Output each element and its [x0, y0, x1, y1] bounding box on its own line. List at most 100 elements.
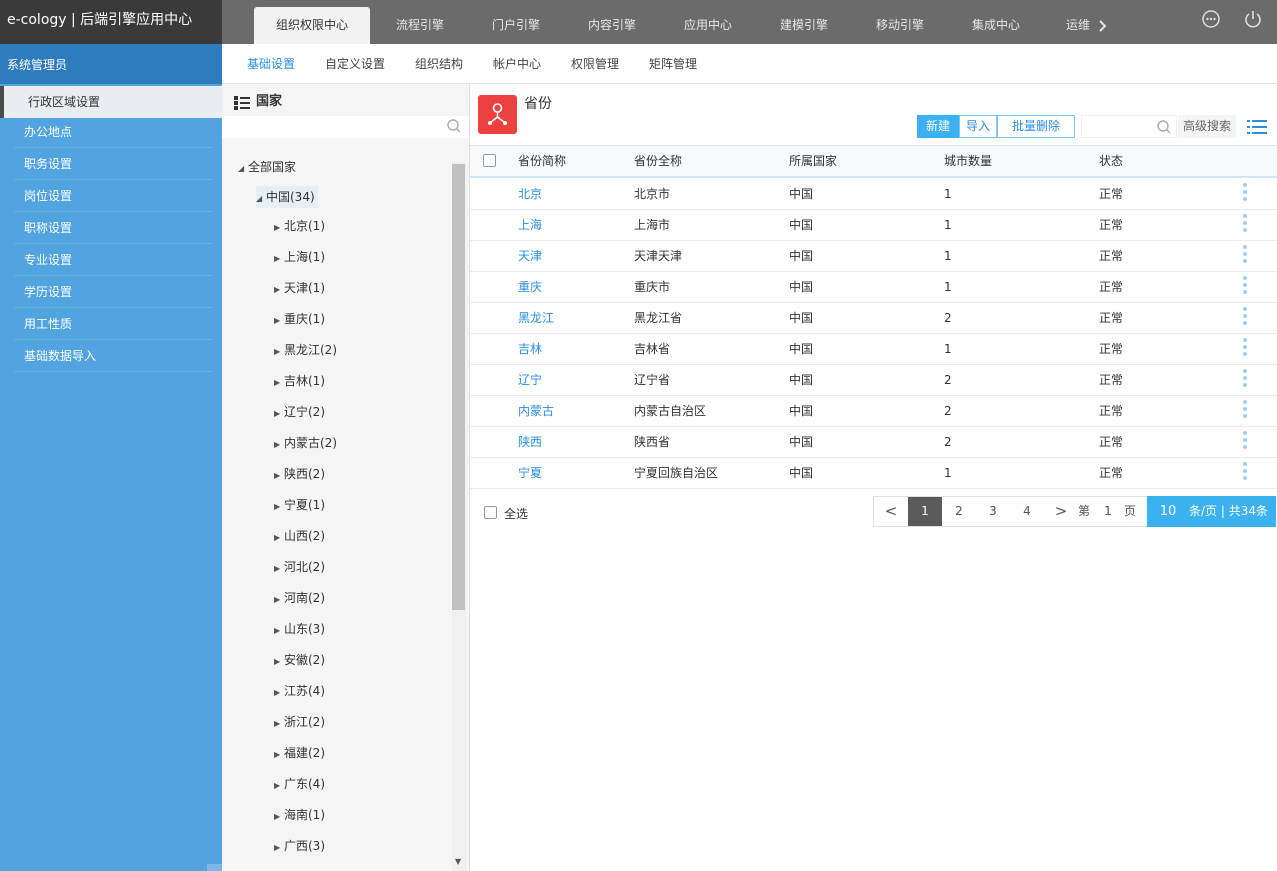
sidebar-collapse-handle[interactable]: [207, 864, 222, 871]
tree-node-province[interactable]: ▶ 广西(3): [274, 835, 325, 857]
top-tab-mobile[interactable]: 移动引擎: [860, 7, 940, 44]
more-icon[interactable]: [1201, 9, 1221, 29]
search-icon[interactable]: [1156, 119, 1172, 135]
tree-node-province[interactable]: ▶ 河南(2): [274, 587, 325, 609]
column-settings-icon[interactable]: [1247, 119, 1267, 135]
top-tab-ops[interactable]: 运维: [1060, 7, 1096, 44]
cell-short-name[interactable]: 内蒙古: [518, 396, 554, 427]
sidebar-item-region-settings[interactable]: 行政区域设置: [0, 86, 222, 118]
row-more-icon[interactable]: [1243, 338, 1248, 362]
sidebar-item-title-settings[interactable]: 职称设置: [14, 212, 212, 244]
sidebar-item-office-location[interactable]: 办公地点: [14, 116, 212, 148]
tree-node-province[interactable]: ▶ 山东(3): [274, 618, 325, 640]
top-tab-org-permission[interactable]: 组织权限中心: [254, 7, 370, 44]
next-page-button[interactable]: >: [1044, 497, 1078, 526]
table-row[interactable]: 内蒙古 内蒙古自治区 中国 2 正常: [470, 396, 1277, 427]
sidebar-item-post-settings[interactable]: 岗位设置: [14, 180, 212, 212]
power-icon[interactable]: [1243, 9, 1263, 29]
tree-node-province[interactable]: ▶ 黑龙江(2): [274, 339, 337, 361]
advanced-search-button[interactable]: 高级搜索: [1178, 115, 1236, 138]
tree-node-province[interactable]: ▶ 内蒙古(2): [274, 432, 337, 454]
tree-node-province[interactable]: ▶ 吉林(1): [274, 370, 325, 392]
tree-node-province[interactable]: ▶ 上海(1): [274, 246, 325, 268]
table-row[interactable]: 辽宁 辽宁省 中国 2 正常: [470, 365, 1277, 396]
table-row[interactable]: 重庆 重庆市 中国 1 正常: [470, 272, 1277, 303]
scroll-down-arrow-icon[interactable]: ▼: [455, 858, 463, 866]
page-button-3[interactable]: 3: [976, 497, 1010, 526]
cell-short-name[interactable]: 黑龙江: [518, 303, 554, 334]
tree-node-province[interactable]: ▶ 浙江(2): [274, 711, 325, 733]
cell-short-name[interactable]: 陕西: [518, 427, 542, 458]
subnav-account-center[interactable]: 帐户中心: [493, 44, 541, 84]
top-tab-app-center[interactable]: 应用中心: [668, 7, 748, 44]
cell-short-name[interactable]: 天津: [518, 241, 542, 272]
table-row[interactable]: 陕西 陕西省 中国 2 正常: [470, 427, 1277, 458]
tree-node-province[interactable]: ▶ 山西(2): [274, 525, 325, 547]
top-tab-integration[interactable]: 集成中心: [956, 7, 1036, 44]
tree-node-province[interactable]: ▶ 海南(1): [274, 804, 325, 826]
row-more-icon[interactable]: [1243, 307, 1248, 331]
column-header-country[interactable]: 所属国家: [789, 146, 837, 177]
tree-scrollbar-thumb[interactable]: [452, 164, 465, 610]
sidebar-item-major-settings[interactable]: 专业设置: [14, 244, 212, 276]
table-row[interactable]: 上海 上海市 中国 1 正常: [470, 210, 1277, 241]
tree-node-province[interactable]: ▶ 安徽(2): [274, 649, 325, 671]
page-button-1[interactable]: 1: [908, 497, 942, 526]
table-row[interactable]: 天津 天津天津 中国 1 正常: [470, 241, 1277, 272]
column-header-city-count[interactable]: 城市数量: [944, 146, 992, 177]
select-all-checkbox[interactable]: [484, 506, 497, 519]
tree-node-province[interactable]: ▶ 广东(4): [274, 773, 325, 795]
batch-delete-button[interactable]: 批量删除: [997, 115, 1075, 138]
column-header-full-name[interactable]: 省份全称: [634, 146, 682, 177]
search-icon[interactable]: [446, 118, 462, 134]
row-more-icon[interactable]: [1243, 214, 1248, 238]
sidebar-item-base-data-import[interactable]: 基础数据导入: [14, 340, 212, 372]
tree-node-province[interactable]: ▶ 江苏(4): [274, 680, 325, 702]
tree-node-province[interactable]: ▶ 宁夏(1): [274, 494, 325, 516]
page-button-4[interactable]: 4: [1010, 497, 1044, 526]
table-row[interactable]: 吉林 吉林省 中国 1 正常: [470, 334, 1277, 365]
subnav-custom-settings[interactable]: 自定义设置: [325, 44, 385, 84]
top-tab-portal[interactable]: 门户引擎: [476, 7, 556, 44]
tree-node-province[interactable]: ▶ 天津(1): [274, 277, 325, 299]
top-tab-content[interactable]: 内容引擎: [572, 7, 652, 44]
top-tab-modeling[interactable]: 建模引擎: [764, 7, 844, 44]
chevron-right-icon[interactable]: [1096, 7, 1110, 44]
page-size-selector[interactable]: 10 条/页 | 共34条: [1147, 496, 1276, 527]
tree-node-province[interactable]: ▶ 陕西(2): [274, 463, 325, 485]
header-checkbox[interactable]: [483, 154, 496, 167]
tree-node-province[interactable]: ▶ 辽宁(2): [274, 401, 325, 423]
row-more-icon[interactable]: [1243, 400, 1248, 424]
subnav-matrix-management[interactable]: 矩阵管理: [649, 44, 697, 84]
row-more-icon[interactable]: [1243, 276, 1248, 300]
tree-node-province[interactable]: ▶ 北京(1): [274, 215, 325, 237]
sidebar-item-duty-settings[interactable]: 职务设置: [14, 148, 212, 180]
top-tab-workflow[interactable]: 流程引擎: [380, 7, 460, 44]
tree-node-province[interactable]: ▶ 河北(2): [274, 556, 325, 578]
goto-page-input[interactable]: 1: [1096, 497, 1120, 526]
prev-page-button[interactable]: <: [874, 497, 908, 526]
cell-short-name[interactable]: 北京: [518, 179, 542, 210]
import-button[interactable]: 导入: [959, 115, 997, 138]
tree-node-province[interactable]: ▶ 福建(2): [274, 742, 325, 764]
table-row[interactable]: 黑龙江 黑龙江省 中国 2 正常: [470, 303, 1277, 334]
table-row[interactable]: 宁夏 宁夏回族自治区 中国 1 正常: [470, 458, 1277, 489]
subnav-basic-settings[interactable]: 基础设置: [247, 44, 295, 84]
tree-node-root[interactable]: ◢ 全部国家: [238, 156, 296, 178]
row-more-icon[interactable]: [1243, 245, 1248, 269]
cell-short-name[interactable]: 重庆: [518, 272, 542, 303]
subnav-org-structure[interactable]: 组织结构: [415, 44, 463, 84]
tree-node-province[interactable]: ▶ 重庆(1): [274, 308, 325, 330]
sidebar-item-employment-type[interactable]: 用工性质: [14, 308, 212, 340]
column-header-status[interactable]: 状态: [1099, 146, 1123, 177]
subnav-permission-management[interactable]: 权限管理: [571, 44, 619, 84]
column-header-short-name[interactable]: 省份简称: [518, 146, 566, 177]
cell-short-name[interactable]: 吉林: [518, 334, 542, 365]
row-more-icon[interactable]: [1243, 462, 1248, 486]
cell-short-name[interactable]: 辽宁: [518, 365, 542, 396]
row-more-icon[interactable]: [1243, 183, 1248, 207]
cell-short-name[interactable]: 上海: [518, 210, 542, 241]
tree-node-country[interactable]: ◢ 中国(34): [256, 186, 318, 208]
sidebar-item-education-settings[interactable]: 学历设置: [14, 276, 212, 308]
tree-search-input[interactable]: [222, 116, 469, 138]
